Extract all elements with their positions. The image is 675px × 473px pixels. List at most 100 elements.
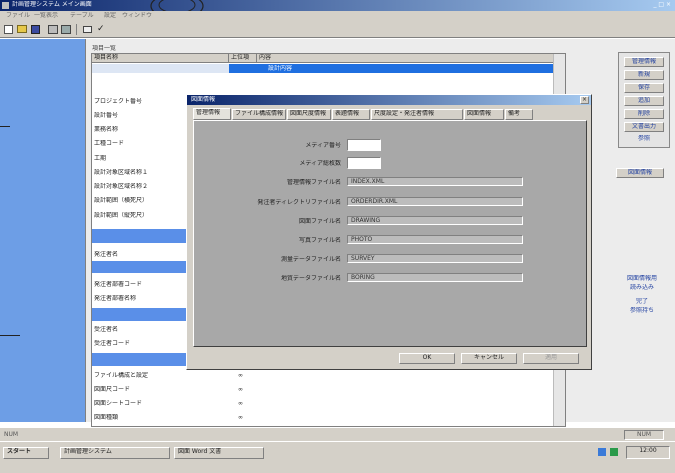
open-folder-icon[interactable] xyxy=(17,25,27,33)
parent-value: ∞ xyxy=(238,386,243,393)
cancel-button[interactable]: キャンセル xyxy=(461,353,517,364)
menu-bar: ファイル 一覧表示 テーブル 設定 ウィンドウ xyxy=(0,11,675,21)
index-file-label: 管理情報ファイル名 xyxy=(286,179,341,186)
list-row-label[interactable]: プロジェクト番号 xyxy=(94,98,184,106)
new-file-icon[interactable] xyxy=(4,25,13,34)
list-row-label[interactable]: 設計対象区域名称１ xyxy=(94,169,184,177)
menu-settings[interactable]: 設定 xyxy=(104,12,116,20)
index-file-input[interactable]: INDEX.XML xyxy=(347,177,523,186)
media-count-label: メディア総枚数 xyxy=(299,160,341,167)
menu-table[interactable]: テーブル xyxy=(70,12,94,20)
apply-button[interactable]: 適用 xyxy=(523,353,579,364)
drawing-info-dialog: 図面情報 × 管理情報 ファイル構成情報 図面尺度情報 表題情報 尺度設定・発注… xyxy=(186,94,592,370)
photo-file-label: 写真ファイル名 xyxy=(298,237,341,244)
taskbar-task-word[interactable]: 図面 Word 文書 xyxy=(174,447,264,459)
list-group-band[interactable] xyxy=(92,353,186,366)
status-right: NUM xyxy=(624,430,664,440)
note-line: 完了 xyxy=(635,298,648,305)
left-navigation-pane[interactable] xyxy=(0,39,86,422)
survey-file-label: 測量データファイル名 xyxy=(280,256,341,263)
menu-file[interactable]: ファイル xyxy=(6,12,30,20)
survey-file-input[interactable]: SURVEY xyxy=(347,254,523,263)
boring-file-label: 地質データファイル名 xyxy=(280,275,341,282)
list-row-label[interactable]: 図面種類 xyxy=(94,414,184,422)
taskbar: スタート 計画管理システム 図面 Word 文書 12:00 xyxy=(0,441,675,473)
list-row-label[interactable]: 業務名称 xyxy=(94,126,184,134)
tray-icon[interactable] xyxy=(598,448,606,456)
parent-value: ∞ xyxy=(238,372,243,379)
taskbar-task-main[interactable]: 計画管理システム xyxy=(60,447,170,459)
list-row-label[interactable]: 発注者部署名称 xyxy=(94,295,184,303)
menu-list[interactable]: 一覧表示 xyxy=(34,12,58,20)
toolbar: ✓ xyxy=(0,21,675,38)
new-button[interactable]: 新規 xyxy=(624,70,664,80)
list-caption: 項目一覧 xyxy=(92,45,117,52)
save-button[interactable]: 保存 xyxy=(624,83,664,93)
note-line: 読み込み xyxy=(629,284,654,291)
tab-strip: 管理情報 ファイル構成情報 図面尺度情報 表題情報 尺度設定・発注者情報 図面情… xyxy=(193,108,587,120)
tab-client[interactable]: 尺度設定・発注者情報 xyxy=(371,109,463,120)
selected-row[interactable]: 設計内容 xyxy=(92,64,565,73)
list-row-label[interactable]: 設計範囲（縦死尺） xyxy=(94,212,184,220)
tool-separator xyxy=(76,24,77,35)
window-icon[interactable] xyxy=(83,26,92,33)
parent-value: ∞ xyxy=(238,400,243,407)
ok-button[interactable]: OK xyxy=(399,353,455,364)
preview-icon[interactable] xyxy=(61,25,71,34)
add-button[interactable]: 追加 xyxy=(624,96,664,106)
boring-file-input[interactable]: BORING xyxy=(347,273,523,282)
client-dir-file-label: 発注者ディレクトリファイル名 xyxy=(257,199,341,206)
check-icon[interactable]: ✓ xyxy=(97,24,107,34)
list-row-label[interactable]: 設計番号 xyxy=(94,112,184,120)
column-header-content[interactable]: 内容 xyxy=(259,54,271,62)
media-number-input[interactable] xyxy=(347,139,381,151)
drawing-info-button[interactable]: 図面情報 xyxy=(616,168,664,178)
list-row-label[interactable]: 発注者名 xyxy=(94,251,184,259)
print-icon[interactable] xyxy=(48,25,58,34)
list-row-label[interactable]: 発注者部署コード xyxy=(94,281,184,289)
window-controls[interactable]: _ □ × xyxy=(653,1,671,9)
management-button[interactable]: 管理情報 xyxy=(624,57,664,67)
export-button[interactable]: 文書出力 xyxy=(624,122,664,132)
window-title: 計画管理システム メイン画面 xyxy=(12,1,92,8)
right-button-group: 管理情報 新規 保存 追加 削除 文書出力 参照 xyxy=(618,52,670,148)
save-icon[interactable] xyxy=(31,25,40,34)
list-row-label[interactable]: 図面尺コード xyxy=(94,386,184,394)
status-bar: NUM NUM xyxy=(0,427,675,441)
tab-file-structure[interactable]: ファイル構成情報 xyxy=(232,109,286,120)
list-row-label[interactable]: 工種コード xyxy=(94,140,184,148)
list-group-band[interactable] xyxy=(92,261,186,273)
close-icon[interactable]: × xyxy=(580,96,589,104)
list-row-label[interactable]: 設計範囲（横死尺） xyxy=(94,197,184,205)
tab-scale[interactable]: 図面尺度情報 xyxy=(287,109,331,120)
drawing-file-label: 図面ファイル名 xyxy=(298,218,341,225)
delete-button[interactable]: 削除 xyxy=(624,109,664,119)
client-dir-file-input[interactable]: ORDERDIR.XML xyxy=(347,197,523,206)
list-header: 項目名称 上位項 内容 xyxy=(92,54,565,63)
tab-title-info[interactable]: 表題情報 xyxy=(332,109,370,120)
reference-label: 参照 xyxy=(637,135,650,142)
list-group-band[interactable] xyxy=(92,229,186,243)
note-line: 図面情報用 xyxy=(626,275,657,282)
list-row-label[interactable]: 受注者名 xyxy=(94,326,184,334)
tab-remarks[interactable]: 備考 xyxy=(505,109,533,120)
media-count-input[interactable] xyxy=(347,157,381,169)
menu-window[interactable]: ウィンドウ xyxy=(122,12,152,20)
column-header-name[interactable]: 項目名称 xyxy=(94,54,229,62)
list-group-band[interactable] xyxy=(92,308,186,321)
tab-drawing-info[interactable]: 図面情報 xyxy=(464,109,504,120)
drawing-file-input[interactable]: DRAWING xyxy=(347,216,523,225)
media-number-label: メディア番号 xyxy=(305,142,341,149)
list-row-label[interactable]: 受注者コード xyxy=(94,340,184,348)
tab-management[interactable]: 管理情報 xyxy=(193,108,231,120)
callout-line xyxy=(0,126,10,127)
list-row-label[interactable]: ファイル構成と設定 xyxy=(94,372,184,380)
start-button[interactable]: スタート xyxy=(3,447,49,459)
column-header-parent[interactable]: 上位項 xyxy=(231,54,257,62)
list-row-label[interactable]: 図面シートコード xyxy=(94,400,184,408)
volume-icon[interactable] xyxy=(610,448,618,456)
dialog-title-bar: 図面情報 × xyxy=(187,95,591,105)
list-row-label[interactable]: 設計対象区域名称２ xyxy=(94,183,184,191)
photo-file-input[interactable]: PHOTO xyxy=(347,235,523,244)
list-row-label[interactable]: 工期 xyxy=(94,155,184,163)
